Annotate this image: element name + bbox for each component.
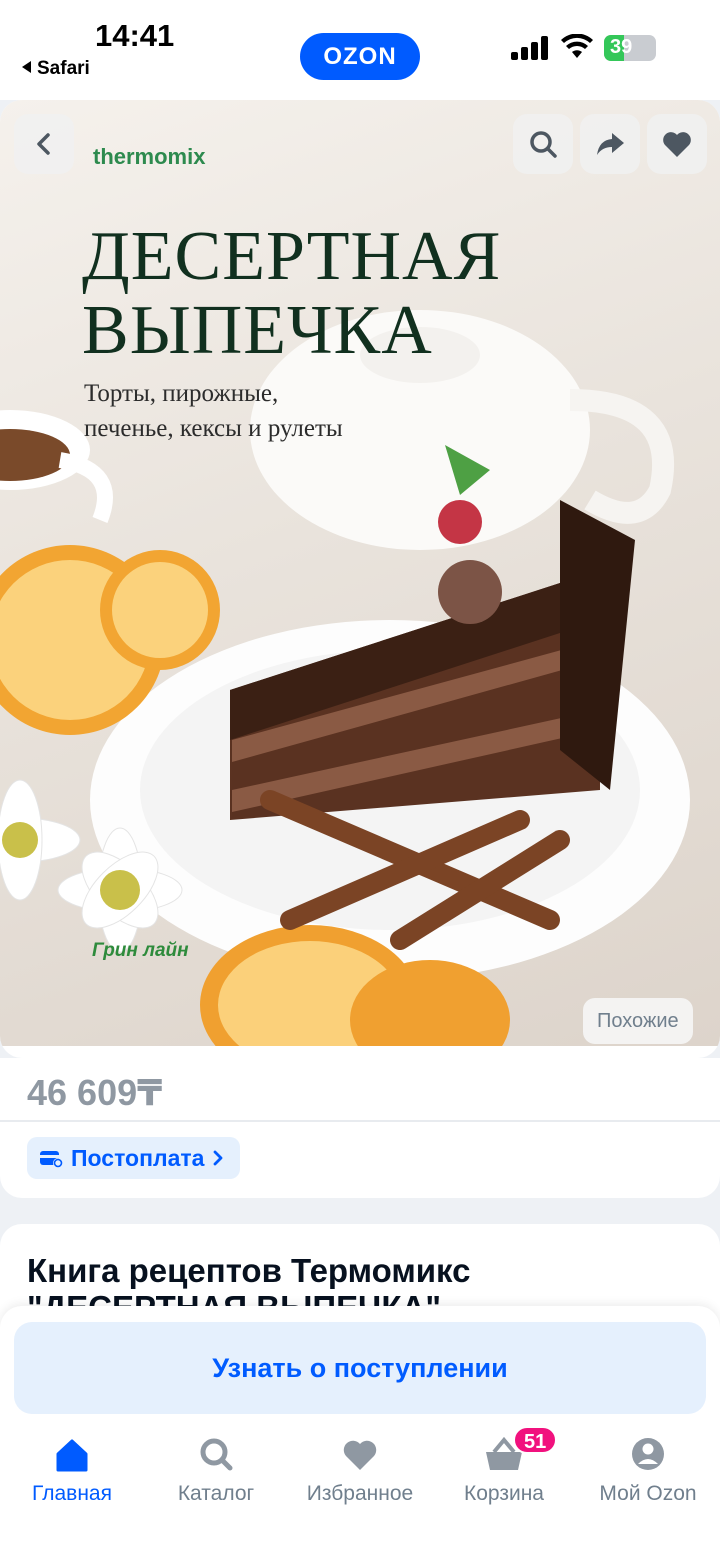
postpay-label: Постоплата bbox=[71, 1144, 205, 1171]
search-icon bbox=[200, 1438, 233, 1471]
tab-home-label: Главная bbox=[32, 1482, 112, 1505]
back-triangle-icon bbox=[22, 61, 31, 73]
tab-profile-label: Мой Ozon bbox=[599, 1482, 697, 1505]
divider bbox=[0, 1120, 720, 1122]
cover-title: ДЕСЕРТНАЯ ВЫПЕЧКА bbox=[82, 220, 501, 368]
search-icon bbox=[530, 131, 557, 158]
status-time: 14:41 bbox=[95, 18, 175, 53]
back-to-safari-link[interactable]: Safari bbox=[22, 58, 90, 80]
heart-icon bbox=[343, 1440, 377, 1470]
cover-subtitle: Торты, пирожные, печенье, кексы и рулеты bbox=[84, 376, 343, 446]
price-value: 46 609₸ bbox=[27, 1072, 162, 1114]
price-amount: 46 609 bbox=[27, 1072, 138, 1113]
tab-catalog[interactable]: Каталог bbox=[144, 1430, 288, 1520]
cover-subtitle-line2: печенье, кексы и рулеты bbox=[84, 415, 343, 442]
similar-button[interactable]: Похожие bbox=[583, 998, 693, 1044]
search-button[interactable] bbox=[513, 114, 573, 174]
cover-publisher: Грин лайн bbox=[92, 940, 189, 961]
share-icon bbox=[597, 133, 624, 155]
tab-favorites[interactable]: Избранное bbox=[288, 1430, 432, 1520]
price-card: 46 609₸ Постоплата bbox=[0, 1058, 720, 1198]
bottom-tab-bar: Главная Каталог Избранное Корзина Мой Oz… bbox=[0, 1416, 720, 1561]
heart-icon bbox=[663, 132, 691, 157]
favorite-button[interactable] bbox=[647, 114, 707, 174]
wallet-icon bbox=[40, 1151, 63, 1168]
product-image[interactable]: thermomix ДЕСЕРТНАЯ ВЫПЕЧКА Торты, пирож… bbox=[0, 100, 720, 1046]
product-gallery[interactable]: thermomix ДЕСЕРТНАЯ ВЫПЕЧКА Торты, пирож… bbox=[0, 100, 720, 1058]
profile-icon bbox=[632, 1438, 664, 1470]
battery-value: 39 bbox=[610, 36, 633, 58]
cart-count-badge: 51 bbox=[513, 1426, 558, 1454]
cover-title-line2: ВЫПЕЧКА bbox=[82, 292, 433, 369]
home-icon bbox=[56, 1439, 88, 1472]
cover-brand: thermomix bbox=[93, 144, 206, 169]
action-bar: Узнать о поступлении bbox=[0, 1306, 720, 1416]
battery-icon: 39 bbox=[604, 35, 656, 61]
status-bar: 14:41 Safari OZON 39 bbox=[0, 0, 720, 100]
tab-catalog-label: Каталог bbox=[177, 1482, 255, 1505]
back-icon bbox=[37, 133, 50, 155]
tab-profile[interactable]: Мой Ozon bbox=[576, 1430, 720, 1520]
share-button[interactable] bbox=[580, 114, 640, 174]
notify-when-available-button[interactable]: Узнать о поступлении bbox=[14, 1322, 706, 1414]
cellular-signal-icon bbox=[511, 36, 549, 60]
ozon-logo-pill[interactable]: OZON bbox=[300, 33, 420, 80]
price-currency: ₸ bbox=[137, 1072, 163, 1113]
back-app-label: Safari bbox=[37, 58, 90, 79]
chevron-right-icon bbox=[214, 1150, 223, 1166]
postpay-button[interactable]: Постоплата bbox=[27, 1137, 241, 1179]
tab-favorites-label: Избранное bbox=[306, 1482, 414, 1505]
cover-subtitle-line1: Торты, пирожные, bbox=[84, 380, 279, 407]
back-button[interactable] bbox=[14, 114, 74, 174]
cover-title-line1: ДЕСЕРТНАЯ bbox=[82, 218, 502, 295]
tab-home[interactable]: Главная bbox=[0, 1430, 144, 1520]
wifi-icon bbox=[561, 34, 593, 58]
tab-cart-label: Корзина bbox=[464, 1482, 544, 1505]
